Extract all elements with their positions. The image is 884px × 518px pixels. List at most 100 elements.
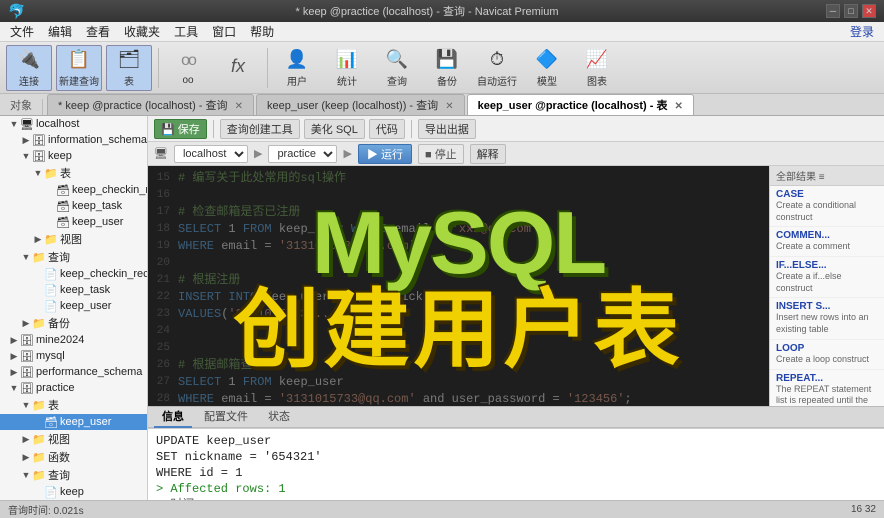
result-line-3: WHERE id = 1 xyxy=(156,465,876,481)
query-builder-button[interactable]: 查询创建工具 xyxy=(220,119,300,139)
sidebar-item-keep[interactable]: ▼ 🗄 keep xyxy=(0,148,147,164)
toolbar-connect-button[interactable]: 🔌 连接 xyxy=(6,45,52,91)
bottom-tab-status-label: 状态 xyxy=(268,411,290,423)
sidebar-item-label: 视图 xyxy=(48,431,70,447)
sidebar-folder-queries-keep[interactable]: ▼ 📁 查询 xyxy=(0,248,147,266)
db-icon: 🗄 xyxy=(20,381,34,395)
sidebar-table-keepuser-practice[interactable]: 🗃 keep_user xyxy=(0,414,147,430)
sidebar-folder-queries-practice[interactable]: ▼ 📁 查询 xyxy=(0,466,147,484)
snippet-comment-desc: Create a comment xyxy=(776,241,878,253)
sidebar-table-task[interactable]: 🗃 keep_task xyxy=(0,198,147,214)
backup-icon: 💾 xyxy=(435,47,459,71)
title-bar-controls[interactable]: ─ □ ✕ xyxy=(826,4,876,18)
close-button[interactable]: ✕ xyxy=(862,4,876,18)
bottom-tab-status[interactable]: 状态 xyxy=(260,406,298,428)
status-bar: 音询时间: 0.021s 16 32 xyxy=(0,500,884,518)
database-select[interactable]: practice xyxy=(268,145,337,163)
toolbar-newquery-label: 新建查询 xyxy=(59,73,99,88)
menu-file[interactable]: 文件 xyxy=(4,22,40,41)
qtoolbar-sep1 xyxy=(213,120,214,138)
tab-keepuser-table-close[interactable]: ✕ xyxy=(675,101,683,112)
qtoolbar-sep2 xyxy=(411,120,412,138)
toolbar-newquery-button[interactable]: 📋 新建查询 xyxy=(56,45,102,91)
menu-window[interactable]: 窗口 xyxy=(206,22,242,41)
query-icon: 📄 xyxy=(44,299,58,313)
expand-icon: ▶ xyxy=(8,366,20,378)
sidebar-folder-backup[interactable]: ▶ 📁 备份 xyxy=(0,314,147,332)
sidebar-query-keep-practice[interactable]: 📄 keep xyxy=(0,484,147,500)
tab-keep-query-close[interactable]: ✕ xyxy=(235,101,243,112)
toolbar-user-button[interactable]: 👤 用户 xyxy=(274,45,320,91)
sidebar-query-task[interactable]: 📄 keep_task xyxy=(0,282,147,298)
sidebar-table-checkin[interactable]: 🗃 keep_checkin_record xyxy=(0,182,147,198)
menu-edit[interactable]: 编辑 xyxy=(42,22,78,41)
snippet-comment[interactable]: COMMEN... Create a comment xyxy=(770,227,884,257)
tab-keepuser-query[interactable]: keep_user (keep (localhost)) - 查询 ✕ xyxy=(256,94,465,115)
sidebar-item-label: keep_user xyxy=(60,300,111,312)
expand-icon: ▶ xyxy=(8,350,20,362)
sidebar-folder-views-keep[interactable]: ▶ 📁 视图 xyxy=(0,230,147,248)
sidebar-folder-functions-practice[interactable]: ▶ 📁 函数 xyxy=(0,448,147,466)
explain-button[interactable]: 解释 xyxy=(470,144,506,164)
toolbar-backup-button[interactable]: 💾 备份 xyxy=(424,45,470,91)
db-icon: 🗄 xyxy=(20,365,34,379)
menu-help[interactable]: 帮助 xyxy=(244,22,280,41)
tab-keepuser-table-label: keep_user @practice (localhost) - 表 xyxy=(478,100,668,112)
toolbar-stats-button[interactable]: 📊 统计 xyxy=(324,45,370,91)
connection-bar: 🖥 localhost ▶ practice ▶ ▶ 运行 ■ 停止 解释 xyxy=(148,142,884,166)
query-toolbar: 💾 保存 查询创建工具 美化 SQL 代码 导出出据 xyxy=(148,116,884,142)
sidebar-item-information-schema[interactable]: ▶ 🗄 information_schema xyxy=(0,132,147,148)
connection-select[interactable]: localhost xyxy=(174,145,248,163)
snippet-repeat[interactable]: REPEAT... The REPEAT statement list is r… xyxy=(770,370,884,407)
menu-tools[interactable]: 工具 xyxy=(168,22,204,41)
sidebar-query-user-keep[interactable]: 📄 keep_user xyxy=(0,298,147,314)
save-button[interactable]: 💾 保存 xyxy=(154,119,207,139)
code-lines: 15# 编写关于此处常用的sql操作 16 17# 检查邮箱是否已注册 18SE… xyxy=(148,166,769,406)
sidebar-folder-tables-practice[interactable]: ▼ 📁 表 xyxy=(0,396,147,414)
sidebar-item-performance-schema[interactable]: ▶ 🗄 performance_schema xyxy=(0,364,147,380)
sidebar-folder-views-practice[interactable]: ▶ 📁 视图 xyxy=(0,430,147,448)
sidebar-item-localhost[interactable]: ▼ 🖥 localhost xyxy=(0,116,147,132)
menu-favorites[interactable]: 收藏夹 xyxy=(118,22,166,41)
toolbar-formula-button[interactable]: fx xyxy=(215,45,261,91)
toolbar-model-button[interactable]: 🔷 模型 xyxy=(524,45,570,91)
stop-button[interactable]: ■ 停止 xyxy=(418,144,464,164)
sidebar-item-mysql[interactable]: ▶ 🗄 mysql xyxy=(0,348,147,364)
toolbar-chart-button[interactable]: 📈 图表 xyxy=(574,45,620,91)
sidebar-item-label: mysql xyxy=(36,350,65,362)
toolbar-autorun-button[interactable]: ⏱ 自动运行 xyxy=(474,45,520,91)
tab-keepuser-query-close[interactable]: ✕ xyxy=(445,101,453,112)
toolbar-table-button[interactable]: 🗂 表 xyxy=(106,45,152,91)
sidebar-item-practice[interactable]: ▼ 🗄 practice xyxy=(0,380,147,396)
tab-keep-query[interactable]: * keep @practice (localhost) - 查询 ✕ xyxy=(47,94,254,115)
code-editor[interactable]: 15# 编写关于此处常用的sql操作 16 17# 检查邮箱是否已注册 18SE… xyxy=(148,166,769,406)
sidebar-query-checkin[interactable]: 📄 keep_checkin_record xyxy=(0,266,147,282)
sidebar-item-mine2024[interactable]: ▶ 🗄 mine2024 xyxy=(0,332,147,348)
tab-keepuser-table[interactable]: keep_user @practice (localhost) - 表 ✕ xyxy=(467,94,694,115)
menu-login[interactable]: 登录 xyxy=(844,22,880,41)
db-icon: 🗄 xyxy=(20,349,34,363)
bottom-tab-info[interactable]: 信息 xyxy=(154,406,192,428)
tab-keepuser-query-label: keep_user (keep (localhost)) - 查询 xyxy=(267,100,438,112)
run-button[interactable]: ▶ 运行 xyxy=(358,144,412,164)
snippet-case[interactable]: CASE Create a conditional construct xyxy=(770,186,884,227)
snippet-ifelse[interactable]: IF...ELSE... Create a if...else construc… xyxy=(770,257,884,298)
menu-view[interactable]: 查看 xyxy=(80,22,116,41)
sidebar-table-user-keep[interactable]: 🗃 keep_user xyxy=(0,214,147,230)
folder-icon: 📁 xyxy=(32,316,46,330)
code-button[interactable]: 代码 xyxy=(369,119,405,139)
toolbar-query-button[interactable]: 🔍 查询 xyxy=(374,45,420,91)
result-line-2: SET nickname = '654321' xyxy=(156,449,876,465)
snippet-insert[interactable]: INSERT S... Insert new rows into an exis… xyxy=(770,298,884,339)
toolbar-model-label: 模型 xyxy=(537,73,557,88)
snippet-loop[interactable]: LOOP Create a loop construct xyxy=(770,340,884,370)
toolbar-oo-button[interactable]: oo oo xyxy=(165,45,211,91)
minimize-button[interactable]: ─ xyxy=(826,4,840,18)
bottom-tab-config[interactable]: 配置文件 xyxy=(196,406,256,428)
formula-icon: fx xyxy=(226,55,250,79)
export-button[interactable]: 导出出据 xyxy=(418,119,476,139)
beautify-label: 美化 SQL xyxy=(311,124,358,136)
maximize-button[interactable]: □ xyxy=(844,4,858,18)
beautify-sql-button[interactable]: 美化 SQL xyxy=(304,119,365,139)
sidebar-folder-tables[interactable]: ▼ 📁 表 xyxy=(0,164,147,182)
